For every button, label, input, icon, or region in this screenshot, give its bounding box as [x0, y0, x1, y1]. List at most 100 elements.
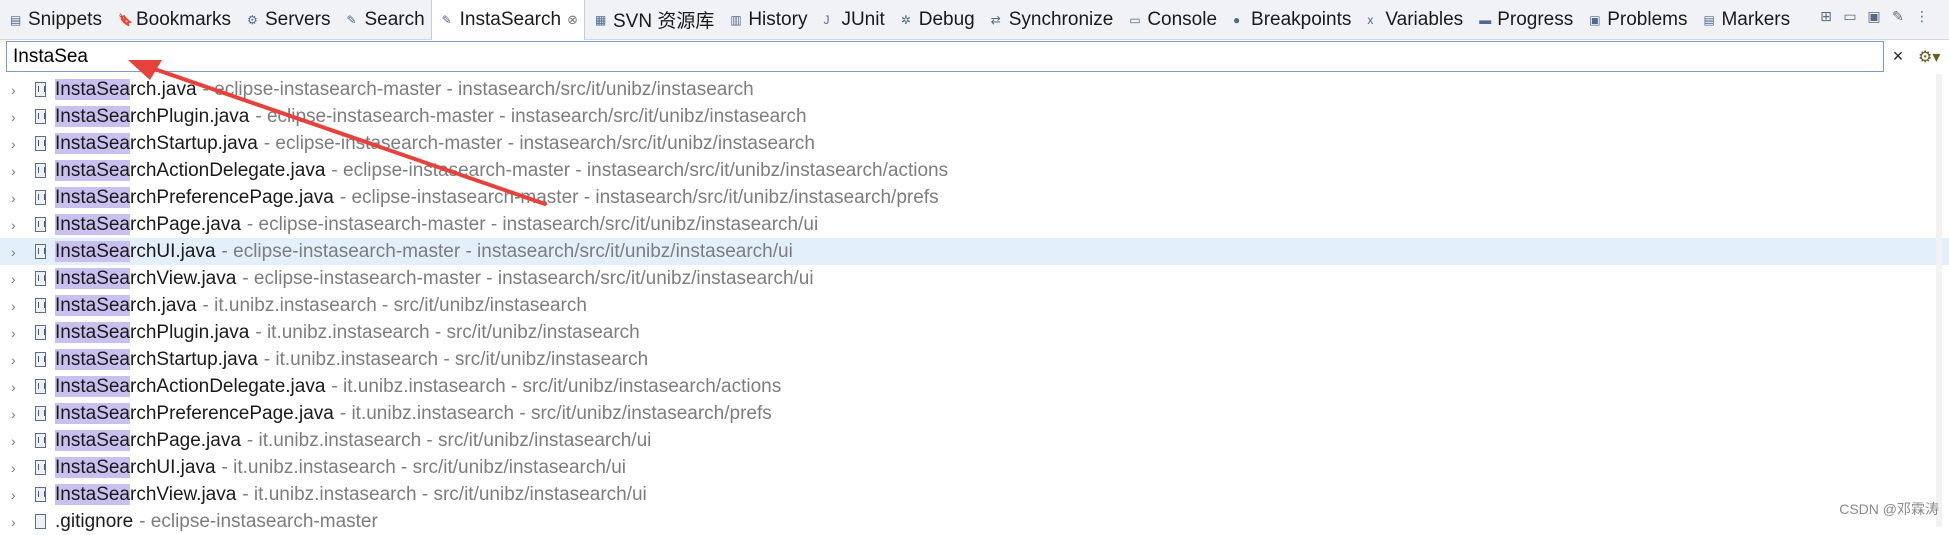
tab-servers[interactable]: ⚙ Servers	[237, 0, 336, 40]
maximize-icon[interactable]: ▣	[1865, 8, 1883, 25]
vertical-scrollbar[interactable]	[1936, 74, 1942, 527]
tab-markers[interactable]: ▤ Markers	[1693, 0, 1796, 40]
tab-problems[interactable]: ▣ Problems	[1579, 0, 1693, 40]
search-row: × ⚙▾	[0, 40, 1949, 74]
tab-breakpoints[interactable]: ● Breakpoints	[1223, 0, 1357, 40]
tab-label: Markers	[1721, 8, 1791, 30]
result-filename: InstaSearchPlugin.java	[55, 105, 249, 128]
result-location: - eclipse-instasearch-master - instasear…	[202, 78, 754, 100]
markers-icon: ▤	[1703, 12, 1715, 27]
result-row[interactable]: › InstaSearchPlugin.java - eclipse-instase…	[0, 103, 1949, 130]
expand-chevron-icon[interactable]: ›	[11, 109, 31, 125]
match-highlight: InstaSea	[55, 483, 130, 505]
tab-junit[interactable]: J JUnit	[813, 0, 890, 40]
result-row[interactable]: › InstaSearchPage.java - it.unibz.instasea…	[0, 427, 1949, 454]
result-location: - eclipse-instasearch-master - instasear…	[255, 105, 807, 127]
expand-chevron-icon[interactable]: ›	[11, 217, 31, 233]
view-menu-icon[interactable]: ⋮	[1913, 8, 1931, 25]
result-location: - it.unibz.instasearch - src/it/unibz/in…	[242, 483, 647, 505]
result-row[interactable]: › InstaSearchPlugin.java - it.unibz.instas…	[0, 319, 1949, 346]
tab-label: Servers	[264, 8, 331, 30]
tab-search[interactable]: ✎ Search	[336, 0, 430, 40]
junit-icon: J	[823, 12, 830, 27]
java-file-icon	[35, 325, 46, 340]
clear-search-button[interactable]: ×	[1890, 46, 1906, 67]
expand-chevron-icon[interactable]: ›	[11, 298, 31, 314]
expand-chevron-icon[interactable]: ›	[11, 352, 31, 368]
expand-chevron-icon[interactable]: ›	[11, 406, 31, 422]
tab-progress[interactable]: ▬ Progress	[1469, 0, 1579, 40]
java-file-icon	[35, 298, 46, 313]
search-input[interactable]	[6, 41, 1884, 72]
tab-snippets[interactable]: ▤ Snippets	[0, 0, 108, 40]
java-file-icon	[35, 244, 46, 259]
debug-icon: ✲	[900, 12, 911, 27]
tab-svn[interactable]: ▦ SVN 资源库	[585, 0, 720, 40]
result-row[interactable]: › InstaSearchStartup.java - it.unibz.insta…	[0, 346, 1949, 373]
java-file-icon	[35, 487, 46, 502]
result-row[interactable]: › InstaSearchUI.java - it.unibz.instasearc…	[0, 454, 1949, 481]
tab-console[interactable]: ▭ Console	[1119, 0, 1223, 40]
tab-variables[interactable]: x Variables	[1357, 0, 1469, 40]
result-row[interactable]: › InstaSearchStartup.java - eclipse-instas…	[0, 130, 1949, 157]
minimize-icon[interactable]: ▭	[1841, 8, 1859, 25]
result-row[interactable]: › InstaSearchView.java - it.unibz.instasea…	[0, 481, 1949, 508]
filename-rest: rchPlugin.java	[130, 321, 250, 343]
watermark: CSDN @邓霖涛	[1839, 501, 1939, 517]
expand-chevron-icon[interactable]: ›	[11, 514, 31, 530]
expand-chevron-icon[interactable]: ›	[11, 163, 31, 179]
result-filename: InstaSearchUI.java	[55, 456, 216, 479]
result-filename: InstaSearchPage.java	[55, 213, 241, 236]
close-tab-icon[interactable]: ⊗	[567, 12, 578, 28]
result-filename: InstaSearchUI.java	[55, 240, 216, 263]
result-row[interactable]: › InstaSearchActionDelegate.java - it.unib…	[0, 373, 1949, 400]
result-row[interactable]: › InstaSearchPreferencePage.java - eclipse…	[0, 184, 1949, 211]
match-highlight: InstaSea	[55, 375, 130, 397]
expand-chevron-icon[interactable]: ›	[11, 190, 31, 206]
filename-rest: rchPage.java	[130, 429, 241, 451]
result-filename: InstaSearchPlugin.java	[55, 321, 250, 344]
expand-chevron-icon[interactable]: ›	[11, 460, 31, 476]
filter-options-icon[interactable]: ⚙▾	[1918, 47, 1940, 67]
new-view-icon[interactable]: ⊞	[1817, 8, 1835, 25]
result-row[interactable]: › InstaSearchUI.java - eclipse-instasearch…	[0, 238, 1949, 265]
result-row[interactable]: › .gitignore - eclipse-instasearch-master	[0, 508, 1949, 535]
expand-chevron-icon[interactable]: ›	[11, 244, 31, 260]
expand-chevron-icon[interactable]: ›	[11, 487, 31, 503]
result-row[interactable]: › InstaSearchActionDelegate.java - eclipse…	[0, 157, 1949, 184]
match-highlight: InstaSea	[55, 213, 130, 235]
expand-chevron-icon[interactable]: ›	[11, 433, 31, 449]
result-row[interactable]: › InstaSearchPreferencePage.java - it.unib…	[0, 400, 1949, 427]
tab-bookmarks[interactable]: 🔖 Bookmarks	[108, 0, 237, 40]
filename-rest: rchPage.java	[130, 213, 241, 235]
result-filename: InstaSearchPreferencePage.java	[55, 186, 334, 209]
result-row[interactable]: › InstaSearchPage.java - eclipse-instasear…	[0, 211, 1949, 238]
instasearch-icon: ✎	[441, 12, 452, 27]
java-file-icon	[35, 190, 46, 205]
result-row[interactable]: › InstaSearch.java - eclipse-instasearch-m…	[0, 76, 1949, 103]
result-location: - it.unibz.instasearch - src/it/unibz/in…	[339, 402, 772, 424]
tab-synchronize[interactable]: ⇄ Synchronize	[981, 0, 1120, 40]
expand-chevron-icon[interactable]: ›	[11, 379, 31, 395]
result-location: - it.unibz.instasearch - src/it/unibz/in…	[246, 429, 652, 451]
pin-icon[interactable]: ✎	[1889, 8, 1907, 25]
match-highlight: InstaSea	[55, 348, 130, 370]
expand-chevron-icon[interactable]: ›	[11, 271, 31, 287]
result-row[interactable]: › InstaSearch.java - it.unibz.instasearch …	[0, 292, 1949, 319]
tab-label: Bookmarks	[135, 8, 231, 30]
filename-rest: rchView.java	[130, 483, 237, 505]
view-tab-bar: ▤ Snippets 🔖 Bookmarks ⚙ Servers ✎ Search ✎ Insta…	[0, 0, 1949, 40]
synchronize-icon: ⇄	[990, 12, 1001, 27]
expand-chevron-icon[interactable]: ›	[11, 136, 31, 152]
tab-label: Synchronize	[1008, 8, 1114, 30]
result-row[interactable]: › InstaSearchView.java - eclipse-instasear…	[0, 265, 1949, 292]
match-highlight: InstaSea	[55, 321, 130, 343]
tab-instasearch[interactable]: ✎ InstaSearch ⊗	[430, 0, 585, 40]
expand-chevron-icon[interactable]: ›	[11, 82, 31, 98]
result-filename: InstaSearchView.java	[55, 267, 236, 290]
java-file-icon	[35, 406, 46, 421]
tab-debug[interactable]: ✲ Debug	[891, 0, 981, 40]
expand-chevron-icon[interactable]: ›	[11, 325, 31, 341]
tab-label: History	[748, 8, 808, 30]
tab-history[interactable]: ▥ History	[720, 0, 813, 40]
